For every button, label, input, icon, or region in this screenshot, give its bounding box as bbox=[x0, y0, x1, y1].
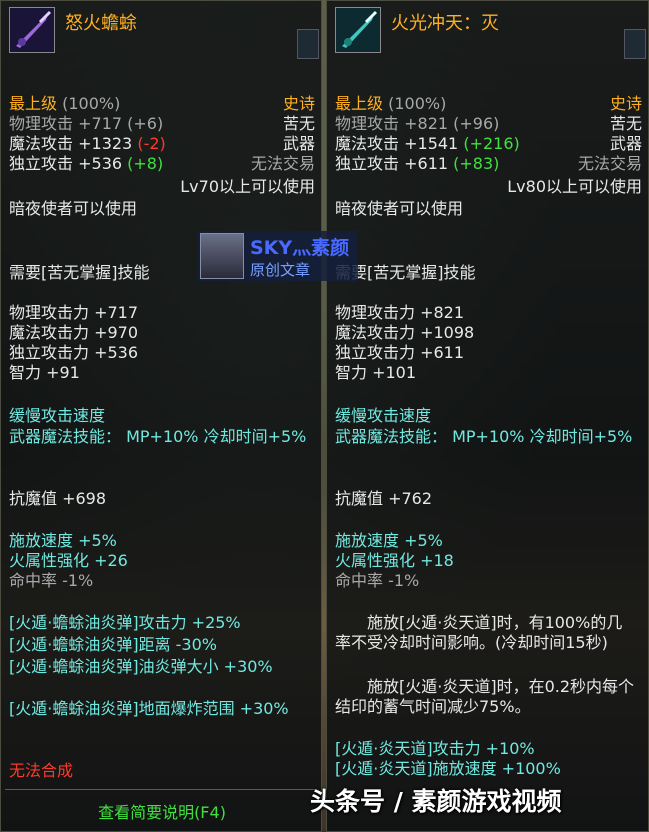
stat-line: 物理攻击力 +821 bbox=[335, 303, 465, 322]
hit-rate: 命中率 -1% bbox=[335, 571, 420, 590]
trade-status: 无法交易 bbox=[250, 154, 315, 173]
grade: 最上级 bbox=[335, 94, 384, 113]
divider bbox=[5, 789, 317, 790]
phys-attack-row: 物理攻击 +717 (+6) 苦无 bbox=[9, 114, 315, 133]
stat-line: 魔法攻击力 +1098 bbox=[335, 323, 475, 342]
attack-speed: 缓慢攻击速度 bbox=[335, 406, 432, 425]
stat-line: 独立攻击力 +611 bbox=[335, 343, 465, 362]
cannot-synthesize: 无法合成 bbox=[9, 761, 74, 780]
tooltip-header: 火光冲天：灭 bbox=[327, 1, 648, 61]
class-requirement: 暗夜使者可以使用 bbox=[9, 199, 138, 218]
skill-line: [火遁·蟾蜍油炎弹]攻击力 +25% bbox=[9, 613, 241, 632]
skill-requirement: 需要[苦无掌握]技能 bbox=[335, 263, 476, 282]
indep-attack-row: 独立攻击 +611 (+83) 无法交易 bbox=[335, 154, 642, 173]
rarity: 史诗 bbox=[609, 94, 642, 113]
tooltip-right: 火光冲天：灭 最上级 (100%) 史诗 物理攻击 +821 (+96) 苦无 … bbox=[326, 0, 649, 832]
magic-resist: 抗魔值 +698 bbox=[9, 489, 107, 508]
grade-row: 最上级 (100%) 史诗 bbox=[335, 94, 642, 114]
skill-line: [火遁·炎天道]攻击力 +10% bbox=[335, 739, 535, 758]
grade-row: 最上级 (100%) 史诗 bbox=[9, 94, 315, 114]
author-badge: SKY灬素颜 原创文章 bbox=[198, 231, 358, 281]
grade-percent: (100%) bbox=[62, 94, 121, 113]
level-requirement: Lv80以上可以使用 bbox=[507, 177, 642, 196]
item-category: 武器 bbox=[609, 134, 642, 153]
weapon-type: 苦无 bbox=[282, 114, 315, 133]
item-name: 火光冲天：灭 bbox=[391, 13, 499, 34]
weapon-icon bbox=[9, 7, 55, 53]
weapon-magic-skill: 武器魔法技能： MP+10% 冷却时间+5% bbox=[335, 427, 633, 446]
bonus-line: 施放速度 +5% bbox=[9, 531, 117, 550]
stat-line: 智力 +101 bbox=[335, 363, 417, 382]
view-description-button[interactable]: 查看简要说明(F4) bbox=[1, 799, 323, 823]
item-category: 武器 bbox=[282, 134, 315, 153]
bonus-line: 施放速度 +5% bbox=[335, 531, 443, 550]
grade-percent: (100%) bbox=[388, 94, 447, 113]
author-tag: 原创文章 bbox=[250, 261, 311, 279]
stat-line: 魔法攻击力 +970 bbox=[9, 323, 139, 342]
grade: 最上级 bbox=[9, 94, 58, 113]
skill-line: [火遁·蟾蜍油炎弹]油炎弹大小 +30% bbox=[9, 657, 273, 676]
indep-attack-row: 独立攻击 +536 (+8) 无法交易 bbox=[9, 154, 315, 173]
attack-speed: 缓慢攻击速度 bbox=[9, 406, 106, 425]
skill-line: [火遁·炎天道]施放速度 +100% bbox=[335, 759, 561, 778]
stat-line: 独立攻击力 +536 bbox=[9, 343, 139, 362]
special-effect: 施放[火遁·炎天道]时，在0.2秒内每个结印的蓄气时间减少75%。 bbox=[335, 677, 635, 716]
side-tab[interactable] bbox=[624, 29, 646, 59]
hit-rate: 命中率 -1% bbox=[9, 571, 94, 590]
tooltip-left: 怒火蟾蜍 最上级 (100%) 史诗 物理攻击 +717 (+6) 苦无 魔法攻… bbox=[0, 0, 322, 832]
tooltip-header: 怒火蟾蜍 bbox=[1, 1, 321, 61]
level-requirement: Lv70以上可以使用 bbox=[180, 177, 315, 196]
skill-line: [火遁·蟾蜍油炎弹]地面爆炸范围 +30% bbox=[9, 699, 289, 718]
bonus-line: 火属性强化 +26 bbox=[9, 551, 128, 570]
magic-attack-row: 魔法攻击 +1323 (-2) 武器 bbox=[9, 134, 315, 153]
author-name: SKY灬素颜 bbox=[250, 237, 350, 259]
trade-status: 无法交易 bbox=[577, 154, 642, 173]
magic-resist: 抗魔值 +762 bbox=[335, 489, 433, 508]
special-effect: 施放[火遁·炎天道]时，有100%的几率不受冷却时间影响。(冷却时间15秒) bbox=[335, 613, 623, 652]
avatar bbox=[200, 233, 244, 279]
item-name: 怒火蟾蜍 bbox=[65, 13, 137, 34]
weapon-magic-skill: 武器魔法技能： MP+10% 冷却时间+5% bbox=[9, 427, 307, 446]
skill-line: [火遁·蟾蜍油炎弹]距离 -30% bbox=[9, 635, 217, 654]
class-requirement: 暗夜使者可以使用 bbox=[335, 199, 464, 218]
stat-line: 智力 +91 bbox=[9, 363, 80, 382]
bonus-line: 火属性强化 +18 bbox=[335, 551, 454, 570]
weapon-type: 苦无 bbox=[609, 114, 642, 133]
phys-attack-row: 物理攻击 +821 (+96) 苦无 bbox=[335, 114, 642, 133]
rarity: 史诗 bbox=[282, 94, 315, 113]
stat-line: 物理攻击力 +717 bbox=[9, 303, 139, 322]
weapon-icon bbox=[335, 7, 381, 53]
magic-attack-row: 魔法攻击 +1541 (+216) 武器 bbox=[335, 134, 642, 153]
side-tab[interactable] bbox=[297, 29, 319, 59]
source-watermark: 头条号 / 素颜游戏视频 bbox=[310, 787, 562, 816]
